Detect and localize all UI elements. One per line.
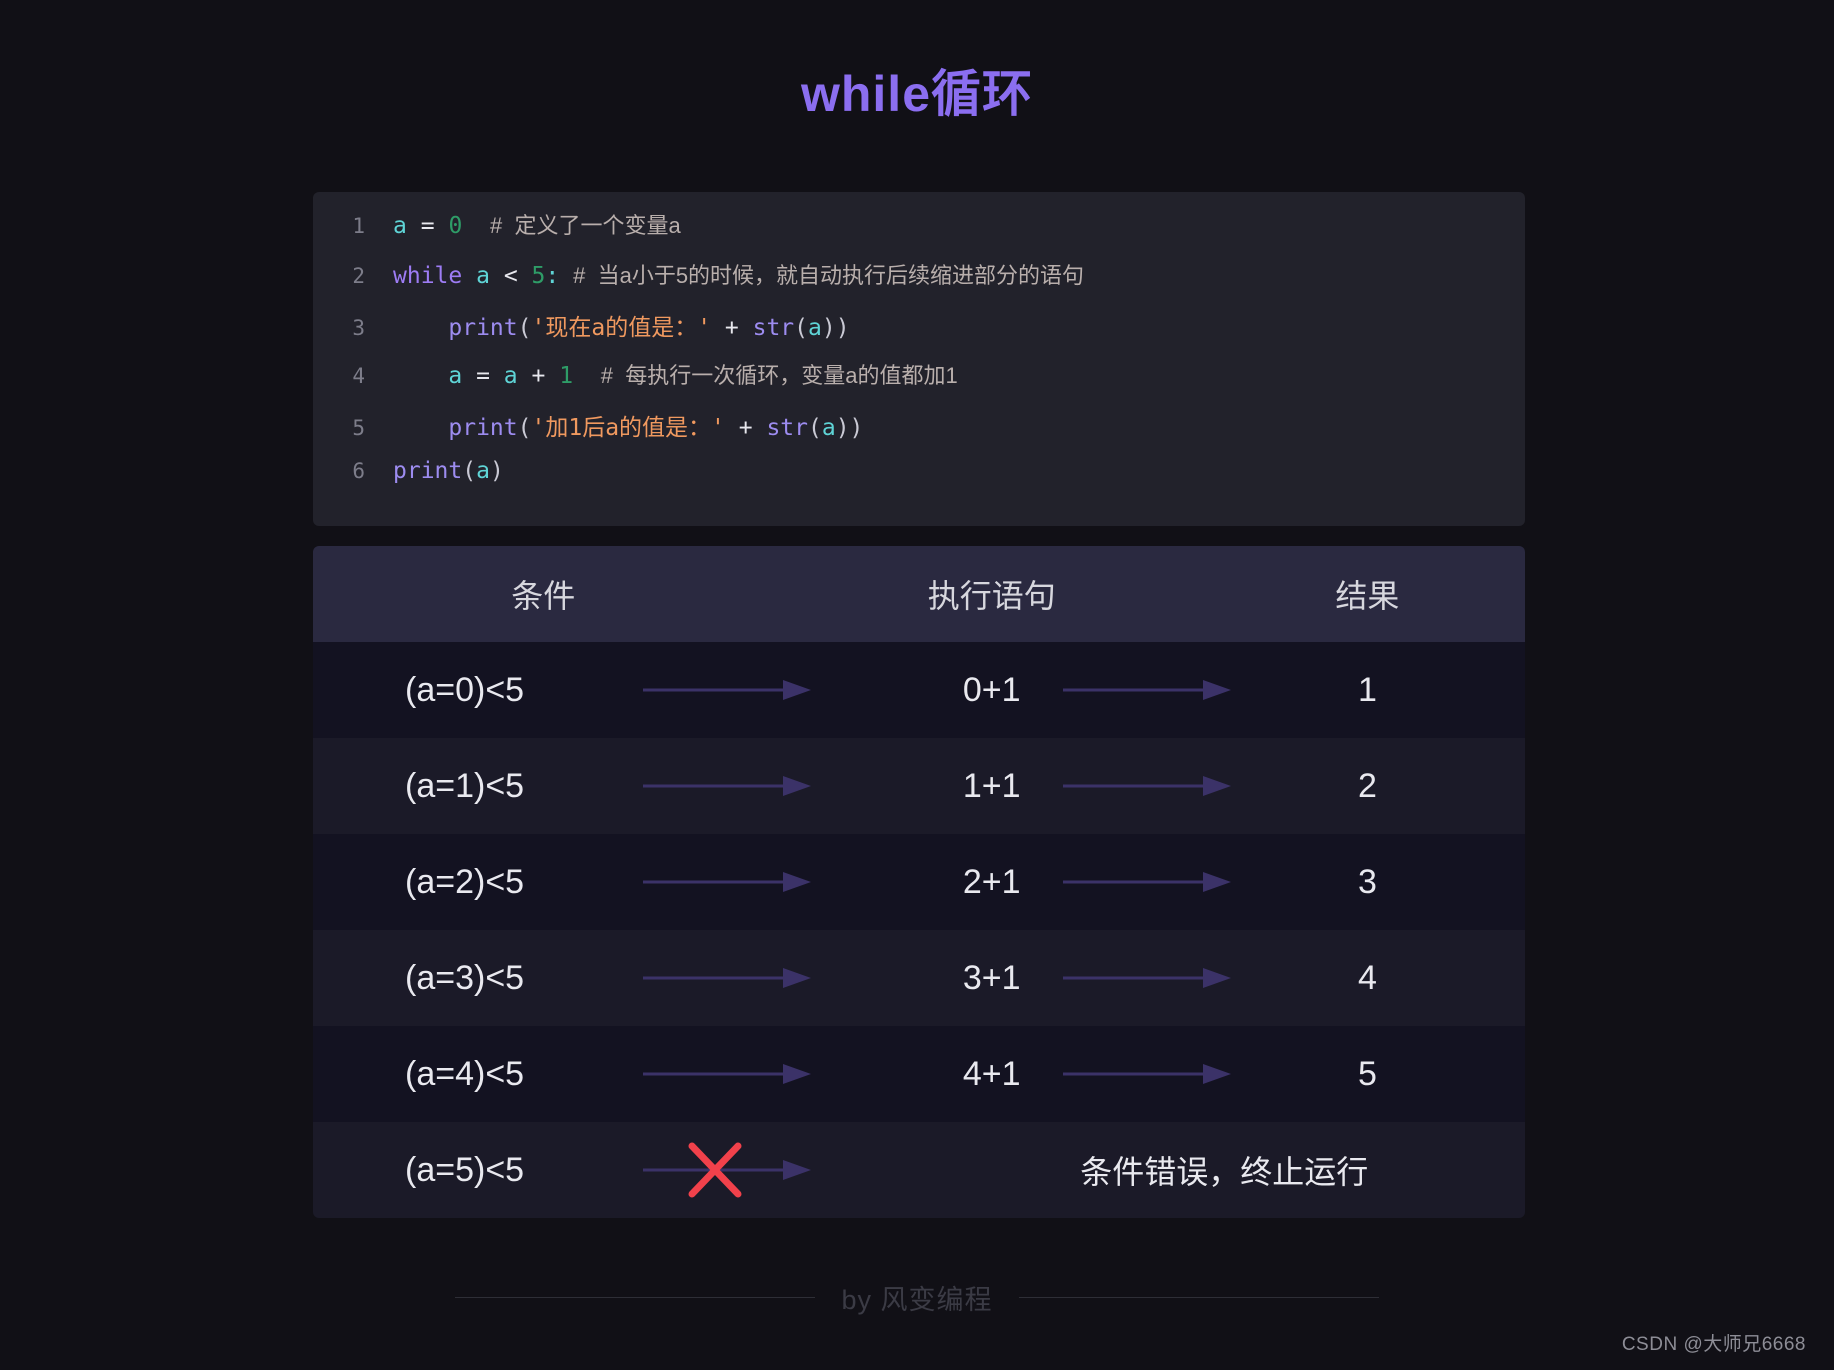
code-token: 1 <box>559 363 574 389</box>
code-line-number: 3 <box>352 316 365 340</box>
table-header-statement: 执行语句 <box>927 578 1056 614</box>
code-token: a <box>393 213 407 239</box>
cell-result: 1 <box>1357 670 1377 709</box>
code-token: '加1后a的值是：' <box>531 415 725 441</box>
code-token: a <box>821 415 836 441</box>
code-token: # 每执行一次循环，变量a的值都加1 <box>600 363 958 388</box>
code-token: a <box>448 363 463 389</box>
cell-result: 2 <box>1357 766 1377 805</box>
code-line-number: 4 <box>352 364 365 388</box>
code-token: 5 <box>531 263 546 289</box>
code-token: + <box>711 315 753 341</box>
code-token: '现在a的值是：' <box>531 315 712 341</box>
cross-icon <box>685 1140 745 1200</box>
code-token: # 当a小于5的时候，就自动执行后续缩进部分的语句 <box>573 263 1085 288</box>
code-token: # 定义了一个变量a <box>490 213 681 238</box>
code-token: + <box>517 363 560 389</box>
code-token: while <box>393 263 463 289</box>
code-line-text: print(a) <box>375 458 504 484</box>
code-token: = <box>420 213 435 239</box>
code-token: print <box>448 315 518 341</box>
table-header-row: 条件 执行语句 结果 <box>313 546 1525 642</box>
code-line-number: 5 <box>352 416 365 440</box>
code-token: ) <box>489 458 504 484</box>
table-row: (a=3)<5 3+1 4 <box>313 930 1525 1026</box>
trace-table: 条件 执行语句 结果 (a=0)<5 0+1 1 (a=1)<5 1+1 2 (a=2)<5… <box>313 546 1525 1218</box>
code-token: a <box>503 363 518 389</box>
code-line-text: print('加1后a的值是：' + str(a)) <box>375 408 863 442</box>
code-token: a <box>808 315 822 341</box>
code-token: < <box>503 263 518 289</box>
code-token: ( <box>794 315 808 341</box>
table-row: (a=5)<5 条件错误，终止运行 <box>313 1122 1525 1218</box>
code-line-number: 2 <box>352 264 365 288</box>
code-line-text: a = a + 1 # 每执行一次循环，变量a的值都加1 <box>375 358 958 390</box>
cell-result: 4 <box>1357 958 1377 997</box>
code-block: 1 a = 0 # 定义了一个变量a 2 while a < 5: # 当a小于5的时… <box>313 192 1525 526</box>
code-line-text: while a < 5: # 当a小于5的时候，就自动执行后续缩进部分的语句 <box>375 258 1084 290</box>
code-token: ( <box>517 415 532 441</box>
code-token: ( <box>807 415 822 441</box>
cell-terminal-message: 条件错误，终止运行 <box>1080 1154 1369 1190</box>
code-token: str <box>766 415 808 441</box>
page-title-wrap: while循环 <box>0 0 1834 124</box>
code-token: a <box>476 263 490 289</box>
code-line-text: print('现在a的值是：' + str(a)) <box>375 308 850 342</box>
code-line: 2 while a < 5: # 当a小于5的时候，就自动执行后续缩进部分的语句 <box>313 258 1525 308</box>
code-token: a <box>476 458 490 484</box>
code-line: 4 a = a + 1 # 每执行一次循环，变量a的值都加1 <box>313 358 1525 408</box>
footer: by 风变编程 <box>0 1278 1834 1317</box>
code-token: ( <box>517 315 532 341</box>
table-body: (a=0)<5 0+1 1 (a=1)<5 1+1 2 (a=2)<5 2+1 3 (a=3)<5… <box>313 642 1525 1218</box>
code-line: 5 print('加1后a的值是：' + str(a)) <box>313 408 1525 458</box>
code-token: ( <box>462 458 477 484</box>
table-row: (a=1)<5 1+1 2 <box>313 738 1525 834</box>
cell-result: 3 <box>1357 862 1377 901</box>
code-token: = <box>462 363 504 389</box>
code-line-number: 1 <box>352 214 365 238</box>
code-token: print <box>448 415 518 441</box>
code-token: + <box>724 415 767 441</box>
cell-result: 5 <box>1357 1054 1377 1093</box>
code-line-number: 6 <box>352 459 365 483</box>
code-token: : <box>545 263 560 289</box>
slide-root: while循环 1 a = 0 # 定义了一个变量a 2 while a < 5: #… <box>0 0 1834 1370</box>
footer-credit: by 风变编程 <box>841 1285 993 1315</box>
csdn-watermark: CSDN @大师兄6668 <box>1621 1334 1806 1355</box>
code-token: str <box>752 315 795 341</box>
code-token: )) <box>821 315 850 341</box>
code-line: 1 a = 0 # 定义了一个变量a <box>313 208 1525 258</box>
footer-rule-right <box>1018 1297 1379 1298</box>
page-title: while循环 <box>800 66 1034 122</box>
table-row: (a=2)<5 2+1 3 <box>313 834 1525 930</box>
code-token: 0 <box>448 213 463 239</box>
table-header-result: 结果 <box>1335 578 1400 614</box>
code-line-text: a = 0 # 定义了一个变量a <box>375 208 681 240</box>
code-token: )) <box>835 415 864 441</box>
table-header-condition: 条件 <box>511 578 576 614</box>
code-line: 6 print(a) <box>313 458 1525 508</box>
footer-rule-left <box>455 1297 816 1298</box>
table-row: (a=4)<5 4+1 5 <box>313 1026 1525 1122</box>
code-token: print <box>393 458 463 484</box>
code-line: 3 print('现在a的值是：' + str(a)) <box>313 308 1525 358</box>
table-row: (a=0)<5 0+1 1 <box>313 642 1525 738</box>
